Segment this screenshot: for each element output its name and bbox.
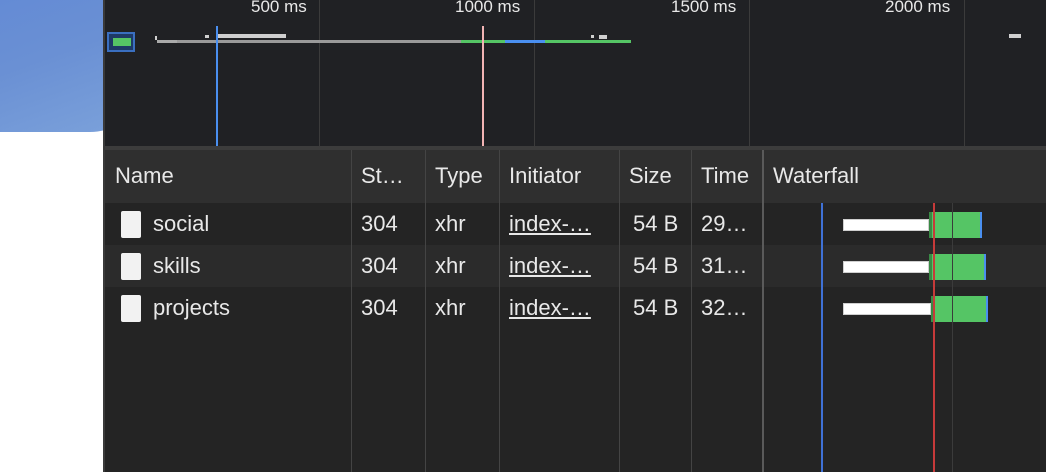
waterfall-waiting-bar: [843, 261, 929, 273]
column-header-time[interactable]: Time: [701, 163, 759, 189]
request-size: 54 B: [633, 211, 679, 236]
waterfall-gridline: [952, 203, 953, 472]
waterfall-waiting-bar: [843, 219, 929, 231]
column-header-initiator[interactable]: Initiator: [509, 163, 614, 189]
overview-tick-2000: 2000 ms: [885, 0, 951, 16]
waterfall-waiting-bar: [843, 303, 931, 315]
column-header-status[interactable]: St…: [361, 163, 421, 189]
request-status: 304: [361, 253, 398, 278]
request-name: projects: [153, 295, 231, 320]
column-header-size[interactable]: Size: [629, 163, 687, 189]
column-header-waterfall[interactable]: Waterfall: [773, 163, 973, 189]
overview-gridline: [319, 0, 320, 146]
waterfall-download-bar: [931, 296, 988, 322]
column-header-type[interactable]: Type: [435, 163, 495, 189]
request-time: 32…: [701, 295, 748, 320]
document-icon: [121, 253, 141, 280]
request-initiator-link[interactable]: index-…: [509, 253, 614, 279]
page-content-edge: [0, 0, 103, 472]
network-overview[interactable]: 500 ms 1000 ms 1500 ms 2000 ms: [105, 0, 1046, 146]
overview-request-bar: [216, 34, 286, 38]
request-initiator-link[interactable]: index-…: [509, 211, 614, 237]
dom-content-loaded-marker: [216, 26, 218, 146]
overview-tick-1000: 1000 ms: [455, 0, 521, 16]
request-name: social: [153, 211, 210, 236]
overview-gridline: [964, 0, 965, 146]
document-icon: [121, 211, 141, 238]
overview-request-bar: [599, 35, 607, 39]
request-time: 29…: [701, 211, 748, 236]
request-row-social[interactable]: social 304 xhr index-… 54 B 29…: [105, 203, 1046, 245]
requests-table: Name St… Type Initiator Size Time Waterf…: [105, 150, 1046, 472]
overview-gridline: [534, 0, 535, 146]
request-type: xhr: [435, 253, 466, 278]
network-panel: 500 ms 1000 ms 1500 ms 2000 ms Name St… …: [103, 0, 1046, 472]
waterfall-dom-content-loaded-line: [821, 203, 823, 472]
request-type: xhr: [435, 295, 466, 320]
request-time: 31…: [701, 253, 748, 278]
overview-selection-handle[interactable]: [107, 32, 135, 52]
request-row-skills[interactable]: skills 304 xhr index-… 54 B 31…: [105, 245, 1046, 287]
overview-request-bar: [1009, 34, 1021, 38]
overview-tick-1500: 1500 ms: [671, 0, 737, 16]
waterfall-bar-edge: [929, 254, 932, 280]
request-status: 304: [361, 211, 398, 236]
waterfall-bar-edge: [929, 212, 932, 238]
page-decoration: [0, 0, 103, 132]
overview-request-bar: [205, 35, 209, 38]
request-initiator-link[interactable]: index-…: [509, 295, 614, 321]
overview-tick-500: 500 ms: [251, 0, 307, 16]
overview-download-bar: [505, 40, 545, 43]
load-event-marker: [482, 26, 484, 146]
waterfall-load-line: [933, 203, 935, 472]
overview-download-bar: [461, 40, 631, 43]
request-status: 304: [361, 295, 398, 320]
column-header-name[interactable]: Name: [115, 163, 345, 189]
waterfall-download-bar: [929, 254, 986, 280]
overview-request-bar: [177, 40, 461, 43]
request-type: xhr: [435, 211, 466, 236]
overview-gridline: [749, 0, 750, 146]
request-size: 54 B: [633, 295, 679, 320]
request-size: 54 B: [633, 253, 679, 278]
request-name: skills: [153, 253, 201, 278]
overview-request-bar: [591, 35, 594, 38]
document-icon: [121, 295, 141, 322]
request-row-projects[interactable]: projects 304 xhr index-… 54 B 32…: [105, 287, 1046, 329]
waterfall-download-bar: [929, 212, 982, 238]
overview-request-bar: [157, 40, 177, 43]
